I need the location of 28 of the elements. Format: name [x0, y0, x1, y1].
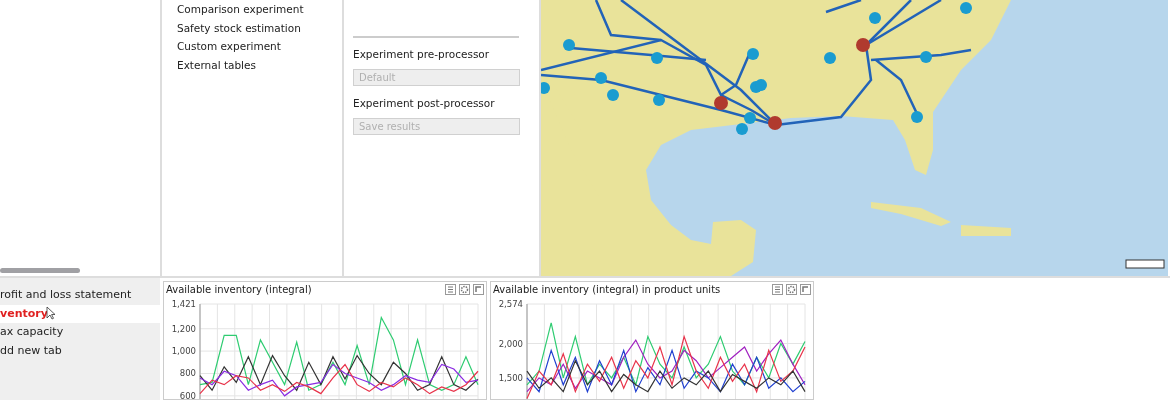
y-tick-label: 800 — [179, 368, 196, 379]
scrollbar-thumb[interactable] — [0, 268, 80, 273]
chart-title: Available inventory (integral) in product units — [493, 284, 722, 296]
field-label: Experiment pre-processor — [353, 47, 491, 62]
dashboard-tab[interactable]: rofit and loss statement — [0, 286, 160, 305]
y-tick-label: 1,421 — [171, 298, 196, 309]
y-tick-label: 1,500 — [498, 372, 523, 383]
experiment-item[interactable]: Comparison experiment — [177, 0, 342, 19]
chart-title: Available inventory (integral) — [166, 284, 313, 296]
experiment-item[interactable]: Safety stock estimation — [177, 18, 342, 37]
list-icon[interactable] — [445, 284, 456, 296]
y-tick-label: 1,200 — [171, 323, 196, 334]
dashboard-tab[interactable]: dd new tab — [0, 341, 160, 360]
field-label: Experiment post-processor — [353, 96, 496, 111]
y-tick-label: 600 — [179, 390, 196, 399]
experiment-item[interactable]: External tables — [177, 55, 342, 74]
cursor-icon — [46, 306, 56, 320]
expand-icon[interactable] — [473, 284, 484, 296]
dashboard-tab[interactable]: ax capacity — [0, 323, 160, 342]
settings-icon[interactable] — [459, 284, 470, 296]
y-tick-label: 1,000 — [171, 345, 196, 356]
y-tick-label: 2,574 — [498, 298, 523, 309]
experiment-item[interactable]: Custom experiment — [177, 37, 342, 56]
expand-icon[interactable] — [800, 284, 811, 296]
dashboard-tab[interactable]: ventory — [0, 304, 160, 323]
list-icon[interactable] — [772, 284, 783, 296]
y-tick-label: 2,000 — [498, 338, 523, 349]
settings-icon[interactable] — [786, 284, 797, 296]
